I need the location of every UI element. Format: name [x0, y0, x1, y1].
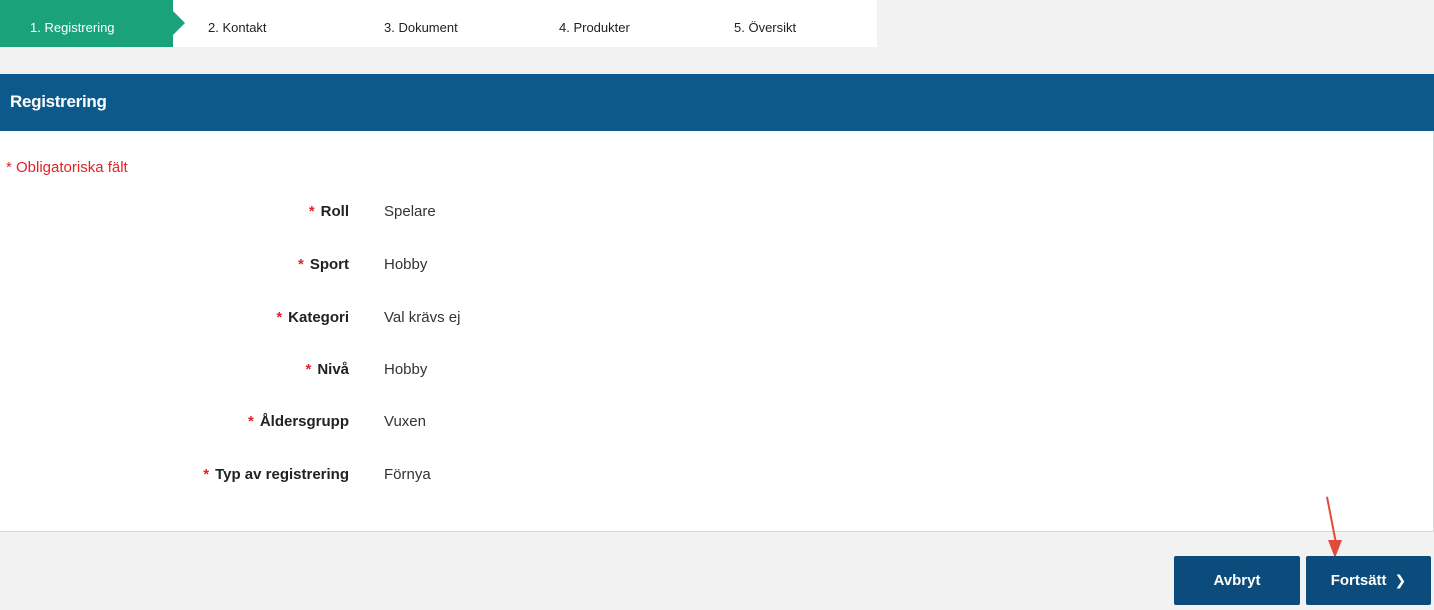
continue-button[interactable]: Fortsätt ❯: [1306, 556, 1431, 605]
required-star: *: [305, 361, 312, 378]
field-row-niva: * Nivå Hobby: [0, 361, 900, 385]
field-value: Spelare: [384, 203, 436, 220]
step-registrering[interactable]: 1. Registrering: [0, 0, 185, 47]
field-label: * Åldersgrupp: [247, 413, 349, 430]
step-kontakt[interactable]: 2. Kontakt: [208, 0, 267, 47]
field-value: Val krävs ej: [384, 309, 461, 326]
required-star: *: [297, 256, 304, 273]
field-label: * Typ av registrering: [203, 466, 349, 483]
panel-title: Registrering: [10, 92, 107, 111]
required-star: *: [203, 466, 210, 483]
field-label: * Roll: [308, 203, 349, 220]
required-fields-note: * Obligatoriska fält: [6, 159, 128, 176]
panel-header: Registrering: [0, 74, 1434, 131]
field-value: Hobby: [384, 256, 428, 273]
field-row-roll: * Roll Spelare: [0, 203, 900, 227]
field-row-aldersgrupp: * Åldersgrupp Vuxen: [0, 413, 900, 437]
required-star: *: [276, 309, 283, 326]
cancel-button[interactable]: Avbryt: [1174, 556, 1300, 605]
field-row-kategori: * Kategori Val krävs ej: [0, 309, 900, 333]
field-value: Förnya: [384, 466, 431, 483]
step-produkter[interactable]: 4. Produkter: [559, 0, 630, 47]
field-label: * Sport: [297, 256, 349, 273]
field-value: Vuxen: [384, 413, 426, 430]
field-label: * Nivå: [305, 361, 349, 378]
field-row-typ-av-registrering: * Typ av registrering Förnya: [0, 466, 900, 490]
registration-stepper: 1. Registrering 2. Kontakt 3. Dokument 4…: [0, 0, 877, 47]
step-oversikt[interactable]: 5. Översikt: [734, 0, 796, 47]
chevron-right-icon: ❯: [1394, 572, 1407, 588]
required-star: *: [247, 413, 254, 430]
field-row-sport: * Sport Hobby: [0, 256, 900, 280]
field-label: * Kategori: [276, 309, 349, 326]
field-value: Hobby: [384, 361, 428, 378]
required-star: *: [308, 203, 315, 220]
step-dokument[interactable]: 3. Dokument: [384, 0, 458, 47]
